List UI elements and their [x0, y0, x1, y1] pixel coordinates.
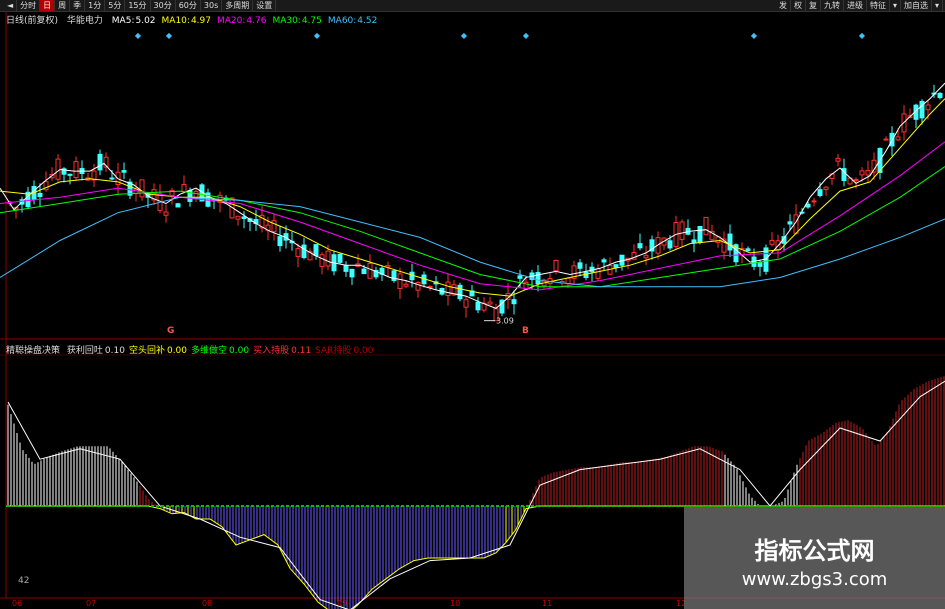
x-tick-label: 08 — [202, 599, 213, 608]
signal-diamond-icon: ◆ — [859, 31, 866, 40]
candle-body — [595, 268, 601, 279]
candle-body — [835, 157, 841, 162]
candle-body — [937, 92, 943, 99]
candle-body — [565, 277, 571, 285]
candle-body — [397, 273, 403, 290]
candle-body — [769, 239, 775, 245]
candle-body — [313, 244, 319, 257]
candle-body — [175, 203, 181, 208]
candle-body — [67, 173, 73, 176]
signal-diamond-icon: ◆ — [166, 31, 173, 40]
candle-body — [817, 189, 823, 196]
candle-body — [553, 259, 559, 272]
x-tick-label: 09 — [337, 599, 348, 608]
candle-body — [853, 179, 859, 182]
candle-body — [343, 265, 349, 272]
low-price-annotation: 3.09 — [496, 317, 514, 326]
x-tick-label: 06 — [12, 599, 23, 608]
candle-body — [37, 192, 43, 198]
x-tick-label: 07 — [86, 599, 97, 608]
candle-body — [487, 301, 493, 305]
candle-body — [697, 225, 703, 243]
marker-g: G — [167, 326, 174, 336]
candle-body — [823, 186, 829, 190]
candle-body — [403, 283, 409, 287]
candle-body — [337, 253, 343, 263]
candle-body — [859, 170, 865, 176]
candle-body — [691, 239, 697, 244]
candle-body — [181, 184, 187, 193]
candle-body — [511, 299, 517, 305]
candle-body — [325, 250, 331, 267]
candle-body — [301, 244, 307, 259]
candle-body — [577, 262, 583, 269]
candle-body — [895, 136, 901, 141]
watermark: 指标公式网 www.zbgs3.com — [684, 507, 945, 609]
candle-body — [757, 262, 763, 267]
candle-body — [241, 216, 247, 219]
candle-body — [319, 254, 325, 267]
candle-body — [667, 240, 673, 249]
candle-body — [601, 259, 607, 263]
candle-body — [613, 264, 619, 268]
candle-body — [277, 236, 283, 247]
candle-body — [715, 236, 721, 243]
x-tick-label: 10 — [450, 599, 461, 608]
candle-body — [517, 275, 523, 279]
candle-body — [235, 215, 241, 220]
signal-diamond-icon: ◆ — [314, 31, 321, 40]
ma-line-ma60 — [0, 196, 945, 288]
candle-body — [475, 301, 481, 311]
candle-body — [703, 216, 709, 236]
indicator-value: 42 — [18, 576, 30, 586]
candle-body — [811, 200, 817, 203]
candle-body — [139, 179, 145, 198]
candle-body — [445, 281, 451, 297]
candle-body — [109, 177, 115, 180]
candle-body — [349, 268, 355, 278]
candle-body — [925, 104, 931, 111]
candle-body — [637, 243, 643, 249]
candle-body — [463, 299, 469, 308]
marker-b: B — [522, 326, 529, 336]
signal-diamond-icon: ◆ — [751, 31, 758, 40]
signal-diamond-icon: ◆ — [135, 31, 142, 40]
candle-body — [883, 138, 889, 141]
candle-body — [361, 268, 367, 275]
watermark-url: www.zbgs3.com — [741, 569, 888, 590]
candle-body — [679, 221, 685, 240]
candle-body — [73, 161, 79, 179]
candle-body — [121, 170, 127, 173]
candle-body — [865, 170, 871, 176]
signal-diamond-icon: ◆ — [523, 31, 530, 40]
candle-body — [295, 248, 301, 257]
candle-body — [55, 158, 61, 180]
candle-body — [163, 211, 169, 216]
ma-line-ma20 — [0, 141, 945, 291]
watermark-title: 指标公式网 — [754, 537, 875, 565]
candle-body — [727, 233, 733, 251]
candle-body — [643, 255, 649, 259]
signal-diamond-icon: ◆ — [461, 31, 468, 40]
candle-body — [745, 248, 751, 252]
candle-body — [787, 221, 793, 225]
candle-body — [97, 153, 103, 171]
candle-body — [805, 203, 811, 208]
candle-body — [457, 284, 463, 300]
candle-body — [271, 220, 277, 233]
candle-body — [367, 262, 373, 279]
x-tick-label: 11 — [542, 599, 553, 608]
